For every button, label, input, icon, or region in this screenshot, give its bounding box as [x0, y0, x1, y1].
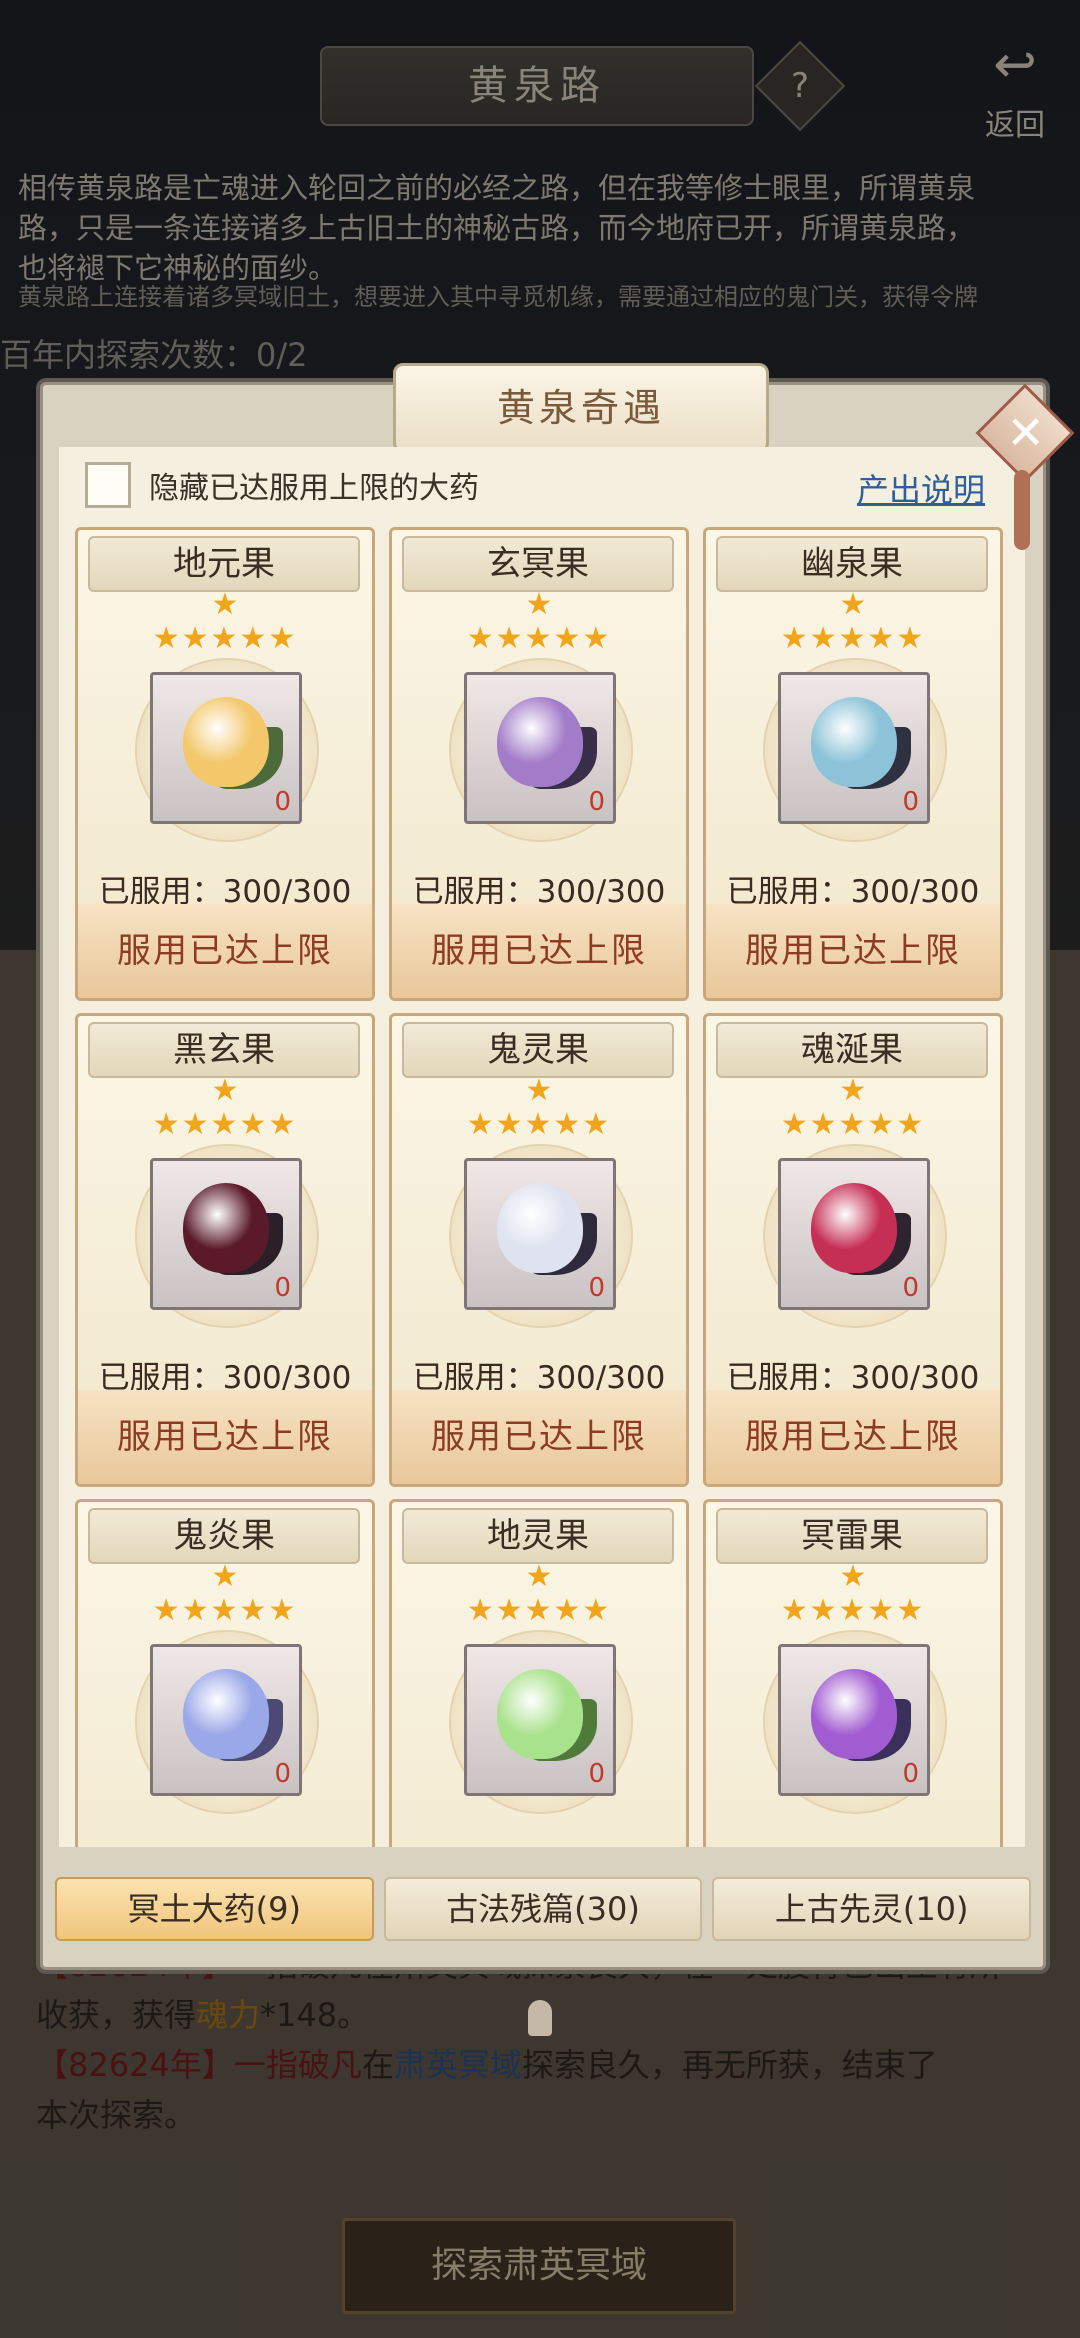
- star-icon: ★: [525, 1559, 553, 1594]
- star-rating: ★★★★★: [780, 1107, 926, 1142]
- dialog-title: 黄泉奇遇: [393, 363, 769, 453]
- star-rating: ★★★★★: [780, 621, 926, 656]
- category-tabs: 冥土大药(9) 古法残篇(30) 上古先灵(10): [55, 1877, 1032, 1941]
- star-icon: ★: [839, 587, 867, 622]
- item-quantity: 0: [274, 1759, 291, 1789]
- item-quantity: 0: [274, 1273, 291, 1303]
- limit-reached-label: 服用已达上限: [706, 904, 1000, 998]
- item-quantity: 0: [588, 787, 605, 817]
- star-icon: ★: [525, 1073, 553, 1108]
- item-name: 魂涎果: [716, 1022, 988, 1078]
- item-name: 幽泉果: [716, 536, 988, 592]
- fruit-icon: [811, 1183, 897, 1273]
- encounter-dialog: 黄泉奇遇 隐藏已达服用上限的大药 产出说明 地元果 ★ ★★★★★ 0 已服用：300/…: [40, 363, 1046, 1970]
- item-name: 鬼灵果: [402, 1022, 674, 1078]
- item-quantity: 0: [902, 1273, 919, 1303]
- limit-reached-label: 服用已达上限: [706, 1390, 1000, 1484]
- item-name: 黑玄果: [88, 1022, 360, 1078]
- hide-maxed-toggle[interactable]: 隐藏已达服用上限的大药: [85, 461, 479, 509]
- item-quantity: 0: [902, 1759, 919, 1789]
- fruit-icon: [183, 1183, 269, 1273]
- fruit-icon: [497, 1669, 583, 1759]
- tab-underworld-medicine[interactable]: 冥土大药(9): [55, 1877, 374, 1941]
- star-rating: ★★★★★: [152, 1107, 298, 1142]
- item-card[interactable]: 鬼炎果★★★★★★0已服用：300/300: [75, 1499, 375, 1847]
- item-quantity: 0: [902, 787, 919, 817]
- fruit-icon: [183, 1669, 269, 1759]
- item-icon-frame[interactable]: 0: [464, 1644, 616, 1796]
- item-name: 冥雷果: [716, 1508, 988, 1564]
- hide-maxed-label: 隐藏已达服用上限的大药: [149, 471, 479, 506]
- item-card[interactable]: 黑玄果 ★ ★★★★★ 0 已服用：300/300 服用已达上限: [75, 1013, 375, 1487]
- item-used-count: 已服用：300/300: [392, 1838, 686, 1847]
- item-quantity: 0: [588, 1759, 605, 1789]
- hide-maxed-checkbox[interactable]: [85, 462, 131, 508]
- item-card[interactable]: 鬼灵果 ★ ★★★★★ 0 已服用：300/300 服用已达上限: [389, 1013, 689, 1487]
- item-used-count: 已服用：300/300: [706, 1838, 1000, 1847]
- item-quantity: 0: [588, 1273, 605, 1303]
- item-quantity: 0: [274, 787, 291, 817]
- item-name: 地元果: [88, 536, 360, 592]
- item-used-count: 已服用：300/300: [78, 1838, 372, 1847]
- output-explanation-link[interactable]: 产出说明: [857, 465, 985, 511]
- item-icon-frame[interactable]: 0: [464, 672, 616, 824]
- star-rating: ★★★★★: [152, 1593, 298, 1628]
- fruit-icon: [183, 697, 269, 787]
- item-card[interactable]: 地灵果★★★★★★0已服用：300/300: [389, 1499, 689, 1847]
- tab-ancient-manuscripts[interactable]: 古法残篇(30): [383, 1877, 703, 1941]
- tab-ancient-spirits[interactable]: 上古先灵(10): [712, 1877, 1032, 1941]
- item-icon-frame[interactable]: 0: [150, 1644, 302, 1796]
- item-icon-frame[interactable]: 0: [464, 1158, 616, 1310]
- fruit-icon: [497, 697, 583, 787]
- item-name: 地灵果: [402, 1508, 674, 1564]
- fruit-icon: [497, 1183, 583, 1273]
- fruit-icon: [811, 697, 897, 787]
- item-card[interactable]: 冥雷果★★★★★★0已服用：300/300: [703, 1499, 1003, 1847]
- item-icon-frame[interactable]: 0: [778, 1644, 930, 1796]
- star-rating: ★★★★★: [466, 1107, 612, 1142]
- close-icon: ✕: [1006, 405, 1045, 460]
- item-icon-frame[interactable]: 0: [150, 672, 302, 824]
- item-grid: 地元果 ★ ★★★★★ 0 已服用：300/300 服用已达上限 玄冥果 ★ ★★★★★ 0 已服用…: [75, 527, 1015, 1847]
- star-rating: ★★★★★: [780, 1593, 926, 1628]
- star-icon: ★: [525, 587, 553, 622]
- star-rating: ★★★★★: [466, 621, 612, 656]
- tassel-decoration: [1014, 470, 1030, 550]
- limit-reached-label: 服用已达上限: [392, 1390, 686, 1484]
- bell-icon: [528, 2000, 552, 2036]
- item-name: 鬼炎果: [88, 1508, 360, 1564]
- item-card[interactable]: 玄冥果 ★ ★★★★★ 0 已服用：300/300 服用已达上限: [389, 527, 689, 1001]
- limit-reached-label: 服用已达上限: [78, 1390, 372, 1484]
- item-card[interactable]: 魂涎果 ★ ★★★★★ 0 已服用：300/300 服用已达上限: [703, 1013, 1003, 1487]
- star-icon: ★: [211, 1073, 239, 1108]
- item-card[interactable]: 幽泉果 ★ ★★★★★ 0 已服用：300/300 服用已达上限: [703, 527, 1003, 1001]
- item-icon-frame[interactable]: 0: [778, 672, 930, 824]
- star-icon: ★: [211, 1559, 239, 1594]
- item-name: 玄冥果: [402, 536, 674, 592]
- item-card[interactable]: 地元果 ★ ★★★★★ 0 已服用：300/300 服用已达上限: [75, 527, 375, 1001]
- item-icon-frame[interactable]: 0: [150, 1158, 302, 1310]
- dialog-body: 隐藏已达服用上限的大药 产出说明 地元果 ★ ★★★★★ 0 已服用：300/300 服用…: [59, 447, 1025, 1847]
- item-icon-frame[interactable]: 0: [778, 1158, 930, 1310]
- star-rating: ★★★★★: [152, 621, 298, 656]
- limit-reached-label: 服用已达上限: [78, 904, 372, 998]
- limit-reached-label: 服用已达上限: [392, 904, 686, 998]
- fruit-icon: [811, 1669, 897, 1759]
- star-icon: ★: [211, 587, 239, 622]
- star-icon: ★: [839, 1559, 867, 1594]
- star-icon: ★: [839, 1073, 867, 1108]
- star-rating: ★★★★★: [466, 1593, 612, 1628]
